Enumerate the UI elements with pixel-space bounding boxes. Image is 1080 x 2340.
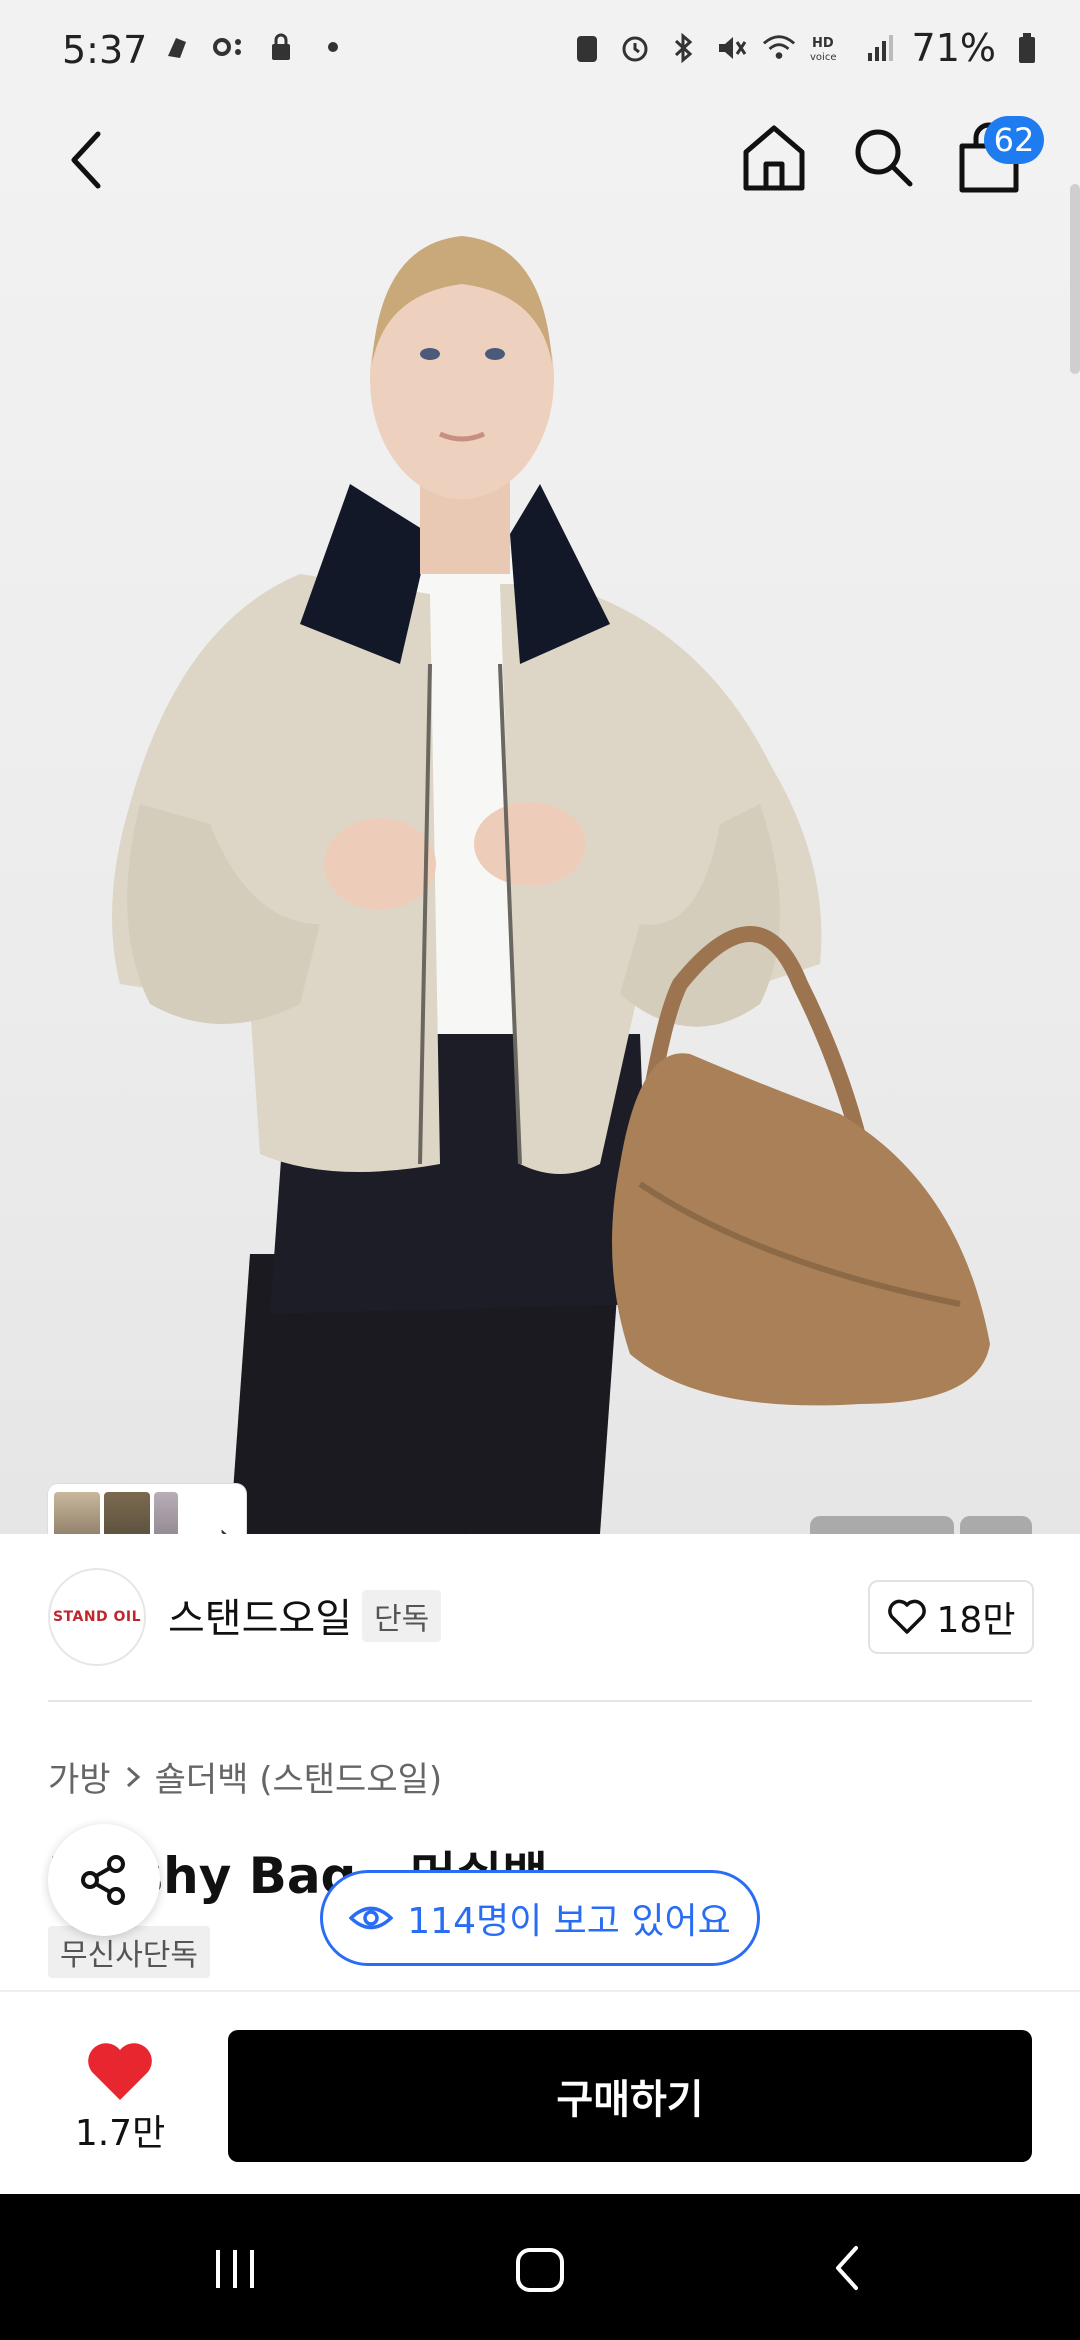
recent-apps-button[interactable]	[210, 2244, 260, 2298]
hd-voice-icon: HD voice	[810, 31, 850, 65]
svg-text:HD: HD	[812, 36, 834, 51]
viewers-count-pill: 114명이 보고 있어요	[320, 1870, 760, 1966]
brand-exclusive-tag: 단독	[362, 1590, 442, 1642]
scroll-indicator[interactable]	[1070, 184, 1080, 374]
chevron-right-icon	[126, 1766, 140, 1787]
product-photo	[112, 236, 990, 1534]
exclusive-tag: 무신사단독	[48, 1926, 210, 1978]
back-button[interactable]	[58, 120, 118, 200]
system-home-button[interactable]	[514, 2244, 566, 2300]
share-icon	[81, 1855, 125, 1905]
mute-icon	[714, 31, 748, 65]
system-home-icon	[516, 2248, 564, 2292]
breadcrumb-subcategory[interactable]: 숄더백 (스탠드오일)	[155, 1752, 443, 1801]
wifi-icon	[762, 31, 796, 65]
favorite-button[interactable]	[84, 2038, 156, 2104]
search-button[interactable]	[848, 122, 918, 192]
brand-row: STAND OIL 스탠드오일 단독 18만	[0, 1534, 1080, 1702]
battery-percent: 71%	[911, 26, 996, 70]
buy-button[interactable]: 구매하기	[228, 2030, 1032, 2162]
thumbnail-2[interactable]	[104, 1492, 150, 1534]
link-icon	[212, 30, 246, 64]
notification-icon	[160, 30, 194, 64]
heart-outline-icon	[887, 1599, 926, 1634]
system-nav-bar	[0, 2194, 1080, 2340]
brand-logo[interactable]: STAND OIL	[48, 1568, 146, 1666]
signal-icon	[864, 31, 898, 65]
divider	[48, 1700, 1032, 1702]
chevron-left-icon	[71, 131, 101, 189]
status-right: HD voice 71%	[570, 26, 1044, 70]
search-icon	[855, 129, 913, 187]
brand-like-button[interactable]: 18만	[868, 1580, 1034, 1654]
bluetooth-icon	[666, 31, 700, 65]
heart-filled-icon	[88, 2043, 152, 2100]
svg-text:voice: voice	[810, 52, 836, 63]
battery-icon	[1010, 31, 1044, 65]
status-bar: 5:37 HD voice 71%	[0, 0, 1080, 104]
thumbnail-3[interactable]	[154, 1492, 178, 1534]
thumbnail-strip[interactable]: ›	[48, 1484, 246, 1534]
home-icon	[743, 125, 805, 191]
bottom-action-bar: 1.7만 구매하기	[0, 1990, 1080, 2196]
battery-saver-icon	[570, 31, 604, 65]
system-back-button[interactable]	[828, 2242, 868, 2298]
thumbnail-1[interactable]	[54, 1492, 100, 1534]
viewers-text: 114명이 보고 있어요	[407, 1901, 731, 1942]
eye-icon	[349, 1906, 394, 1930]
brand-like-count: 18만	[936, 1600, 1016, 1641]
lock-icon	[264, 30, 298, 64]
brand-name[interactable]: 스탠드오일	[168, 1586, 352, 1644]
favorite-count: 1.7만	[74, 2113, 166, 2154]
home-button[interactable]	[738, 120, 810, 196]
product-image-gallery[interactable]: › 2 / 24	[0, 104, 1080, 1534]
expand-button[interactable]	[960, 1516, 1032, 1534]
chevron-right-icon[interactable]: ›	[218, 1516, 232, 1534]
status-time: 5:37	[62, 28, 148, 72]
cart-count-badge: 62	[984, 116, 1044, 164]
system-back-icon	[836, 2246, 858, 2290]
alarm-icon	[618, 31, 652, 65]
breadcrumb-category[interactable]: 가방	[48, 1752, 111, 1801]
breadcrumb: 가방 숄더백 (스탠드오일)	[48, 1752, 442, 1801]
image-page-counter: 2 / 24	[810, 1516, 954, 1534]
dot-icon	[316, 30, 350, 64]
recent-apps-icon	[216, 2250, 254, 2288]
share-button[interactable]	[48, 1824, 160, 1936]
status-left-icons	[160, 30, 350, 64]
